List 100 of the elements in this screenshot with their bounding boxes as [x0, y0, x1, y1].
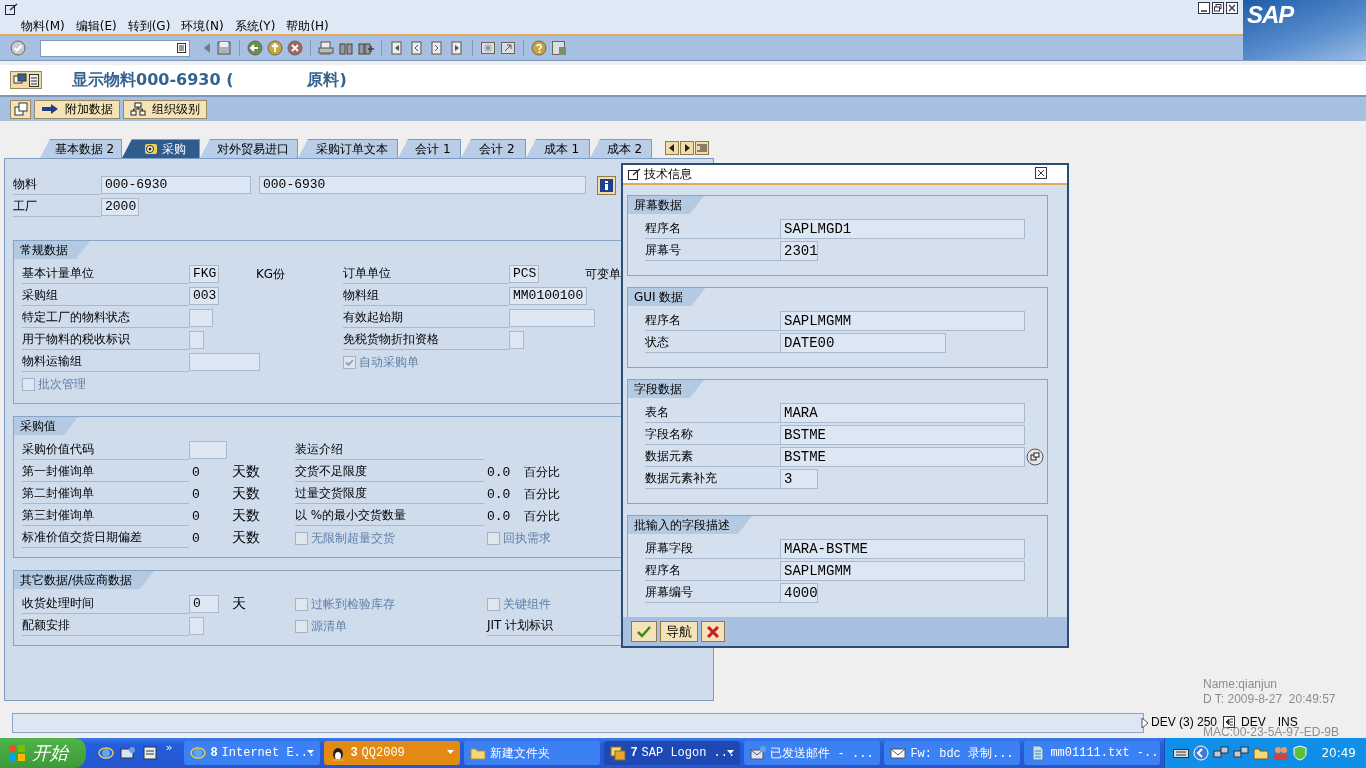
input-field[interactable]: 000-6930 — [259, 176, 586, 194]
input-field[interactable] — [189, 617, 204, 635]
display-change-button[interactable] — [10, 71, 42, 89]
menu-item[interactable]: 系统(Y) — [234, 18, 276, 34]
command-field[interactable] — [40, 39, 190, 57]
taskbar-button[interactable]: 8 Internet E... — [184, 741, 321, 765]
save-icon[interactable] — [216, 40, 232, 56]
taskbar-button[interactable]: mm01111.txt -... — [1024, 741, 1161, 765]
back-triangle-icon[interactable] — [202, 41, 212, 55]
last-page-icon[interactable] — [449, 40, 465, 56]
previous-page-icon[interactable] — [409, 40, 425, 56]
dropdown-list-icon[interactable] — [177, 43, 186, 53]
taskbar-button[interactable]: 7 SAP Logon ... — [604, 741, 741, 765]
find-next-icon[interactable] — [358, 40, 374, 56]
scroll-left-button[interactable] — [665, 141, 679, 155]
input-field[interactable]: DATE00 — [780, 333, 946, 353]
field-label: 标准价值交货日期偏差 — [22, 528, 189, 548]
people-icon[interactable] — [1273, 745, 1290, 761]
expand-triangle-icon[interactable] — [1141, 717, 1149, 729]
new-session-icon[interactable] — [480, 40, 496, 56]
taskbar-button[interactable]: 新建文件夹 — [464, 741, 601, 765]
input-field[interactable]: BSTME — [780, 447, 1025, 467]
input-field[interactable]: 000-6930 — [101, 176, 251, 194]
navigate-button[interactable]: 导航 — [660, 621, 698, 642]
system-menu-icon[interactable] — [4, 3, 18, 15]
back-icon[interactable] — [247, 40, 263, 56]
info-button[interactable] — [597, 175, 616, 195]
session-list-icon[interactable] — [1223, 716, 1236, 728]
input-field[interactable]: PCS — [509, 265, 539, 283]
input-field[interactable]: 4000 — [780, 583, 818, 603]
shortcut-icon[interactable] — [500, 40, 516, 56]
menu-item[interactable]: 帮助(H) — [286, 18, 329, 34]
input-field[interactable]: BSTME — [780, 425, 1025, 445]
tab[interactable]: 成本 1 — [526, 139, 590, 158]
help-icon[interactable] — [531, 40, 547, 56]
chevron-icon[interactable] — [1193, 745, 1210, 761]
input-field[interactable]: FKG — [189, 265, 219, 283]
input-field[interactable]: 2301 — [780, 241, 818, 261]
input-field[interactable] — [189, 353, 260, 371]
menu-item[interactable]: 编辑(E) — [75, 18, 117, 34]
input-field[interactable]: SAPLMGD1 — [780, 219, 1025, 239]
first-page-icon[interactable] — [389, 40, 405, 56]
network-icon[interactable] — [1213, 745, 1230, 761]
minimize-icon[interactable] — [1198, 2, 1210, 14]
enter-icon[interactable] — [10, 40, 26, 56]
input-field[interactable]: 2000 — [101, 198, 139, 216]
find-icon[interactable] — [338, 40, 354, 56]
field-label: 采购组 — [22, 286, 189, 306]
taskbar-button[interactable]: Fw: bdc 录制... — [884, 741, 1021, 765]
cancel-icon[interactable] — [287, 40, 303, 56]
field-label: 物料组 — [343, 286, 509, 306]
input-field[interactable]: SAPLMGMM — [780, 561, 1025, 581]
input-field[interactable] — [509, 309, 595, 327]
tab[interactable]: 对外贸易进口 — [200, 139, 298, 158]
network-icon[interactable] — [1233, 745, 1250, 761]
close-icon[interactable] — [1226, 2, 1238, 14]
email-icon[interactable] — [119, 745, 136, 761]
exit-icon[interactable] — [267, 40, 283, 56]
input-field[interactable]: 0 — [189, 595, 219, 613]
copy-window-button[interactable] — [10, 99, 31, 119]
field-label: 以 %的最小交货数量 — [295, 506, 484, 526]
next-page-icon[interactable] — [429, 40, 445, 56]
restore-icon[interactable] — [1212, 2, 1224, 14]
scroll-right-button[interactable] — [680, 141, 694, 155]
tab[interactable]: 成本 2 — [590, 139, 652, 158]
menu-item[interactable]: 转到(G) — [127, 18, 171, 34]
toolbar-button[interactable]: 附加数据 — [34, 99, 120, 119]
shield-icon[interactable] — [1293, 745, 1308, 761]
input-field[interactable] — [189, 331, 204, 349]
field-label: 装运介绍 — [295, 440, 484, 460]
input-field[interactable] — [189, 441, 227, 459]
toolbar-button[interactable]: 组织级别 — [123, 99, 207, 119]
input-field[interactable]: SAPLMGMM — [780, 311, 1025, 331]
taskbar-button[interactable]: 已发送邮件 - ... — [744, 741, 881, 765]
check-icon — [637, 625, 651, 638]
more-button[interactable]: » — [165, 741, 173, 754]
input-field[interactable] — [509, 331, 524, 349]
desktop-info-text: D T: 2009-8-27 20:49:57 — [1203, 692, 1336, 707]
keyboard-icon[interactable] — [1173, 747, 1190, 759]
confirm-button[interactable] — [631, 621, 657, 642]
input-field[interactable] — [189, 309, 213, 327]
tab[interactable]: 会计 1 — [398, 139, 461, 158]
close-icon[interactable] — [1035, 167, 1047, 179]
tab[interactable]: 采购 — [122, 139, 200, 158]
value-help-icon[interactable] — [1026, 448, 1044, 466]
tab[interactable]: 会计 2 — [461, 139, 526, 158]
input-field[interactable]: MARA — [780, 403, 1025, 423]
dialog-icon — [627, 168, 641, 180]
cancel-button[interactable] — [701, 621, 725, 642]
input-field[interactable]: 003 — [189, 287, 219, 305]
folder-icon[interactable] — [1253, 745, 1270, 761]
menu-item[interactable]: 环境(N) — [181, 18, 224, 34]
input-field[interactable]: MM0100100 — [509, 287, 587, 305]
layout-icon[interactable] — [551, 40, 567, 56]
print-icon[interactable] — [318, 40, 334, 56]
tab[interactable]: 采购订单文本 — [298, 139, 398, 158]
input-field[interactable]: 3 — [780, 469, 818, 489]
input-field[interactable]: MARA-BSTME — [780, 539, 1025, 559]
tab[interactable]: 基本数据 2 — [40, 139, 122, 158]
menu-item[interactable]: 物料(M) — [21, 18, 65, 34]
